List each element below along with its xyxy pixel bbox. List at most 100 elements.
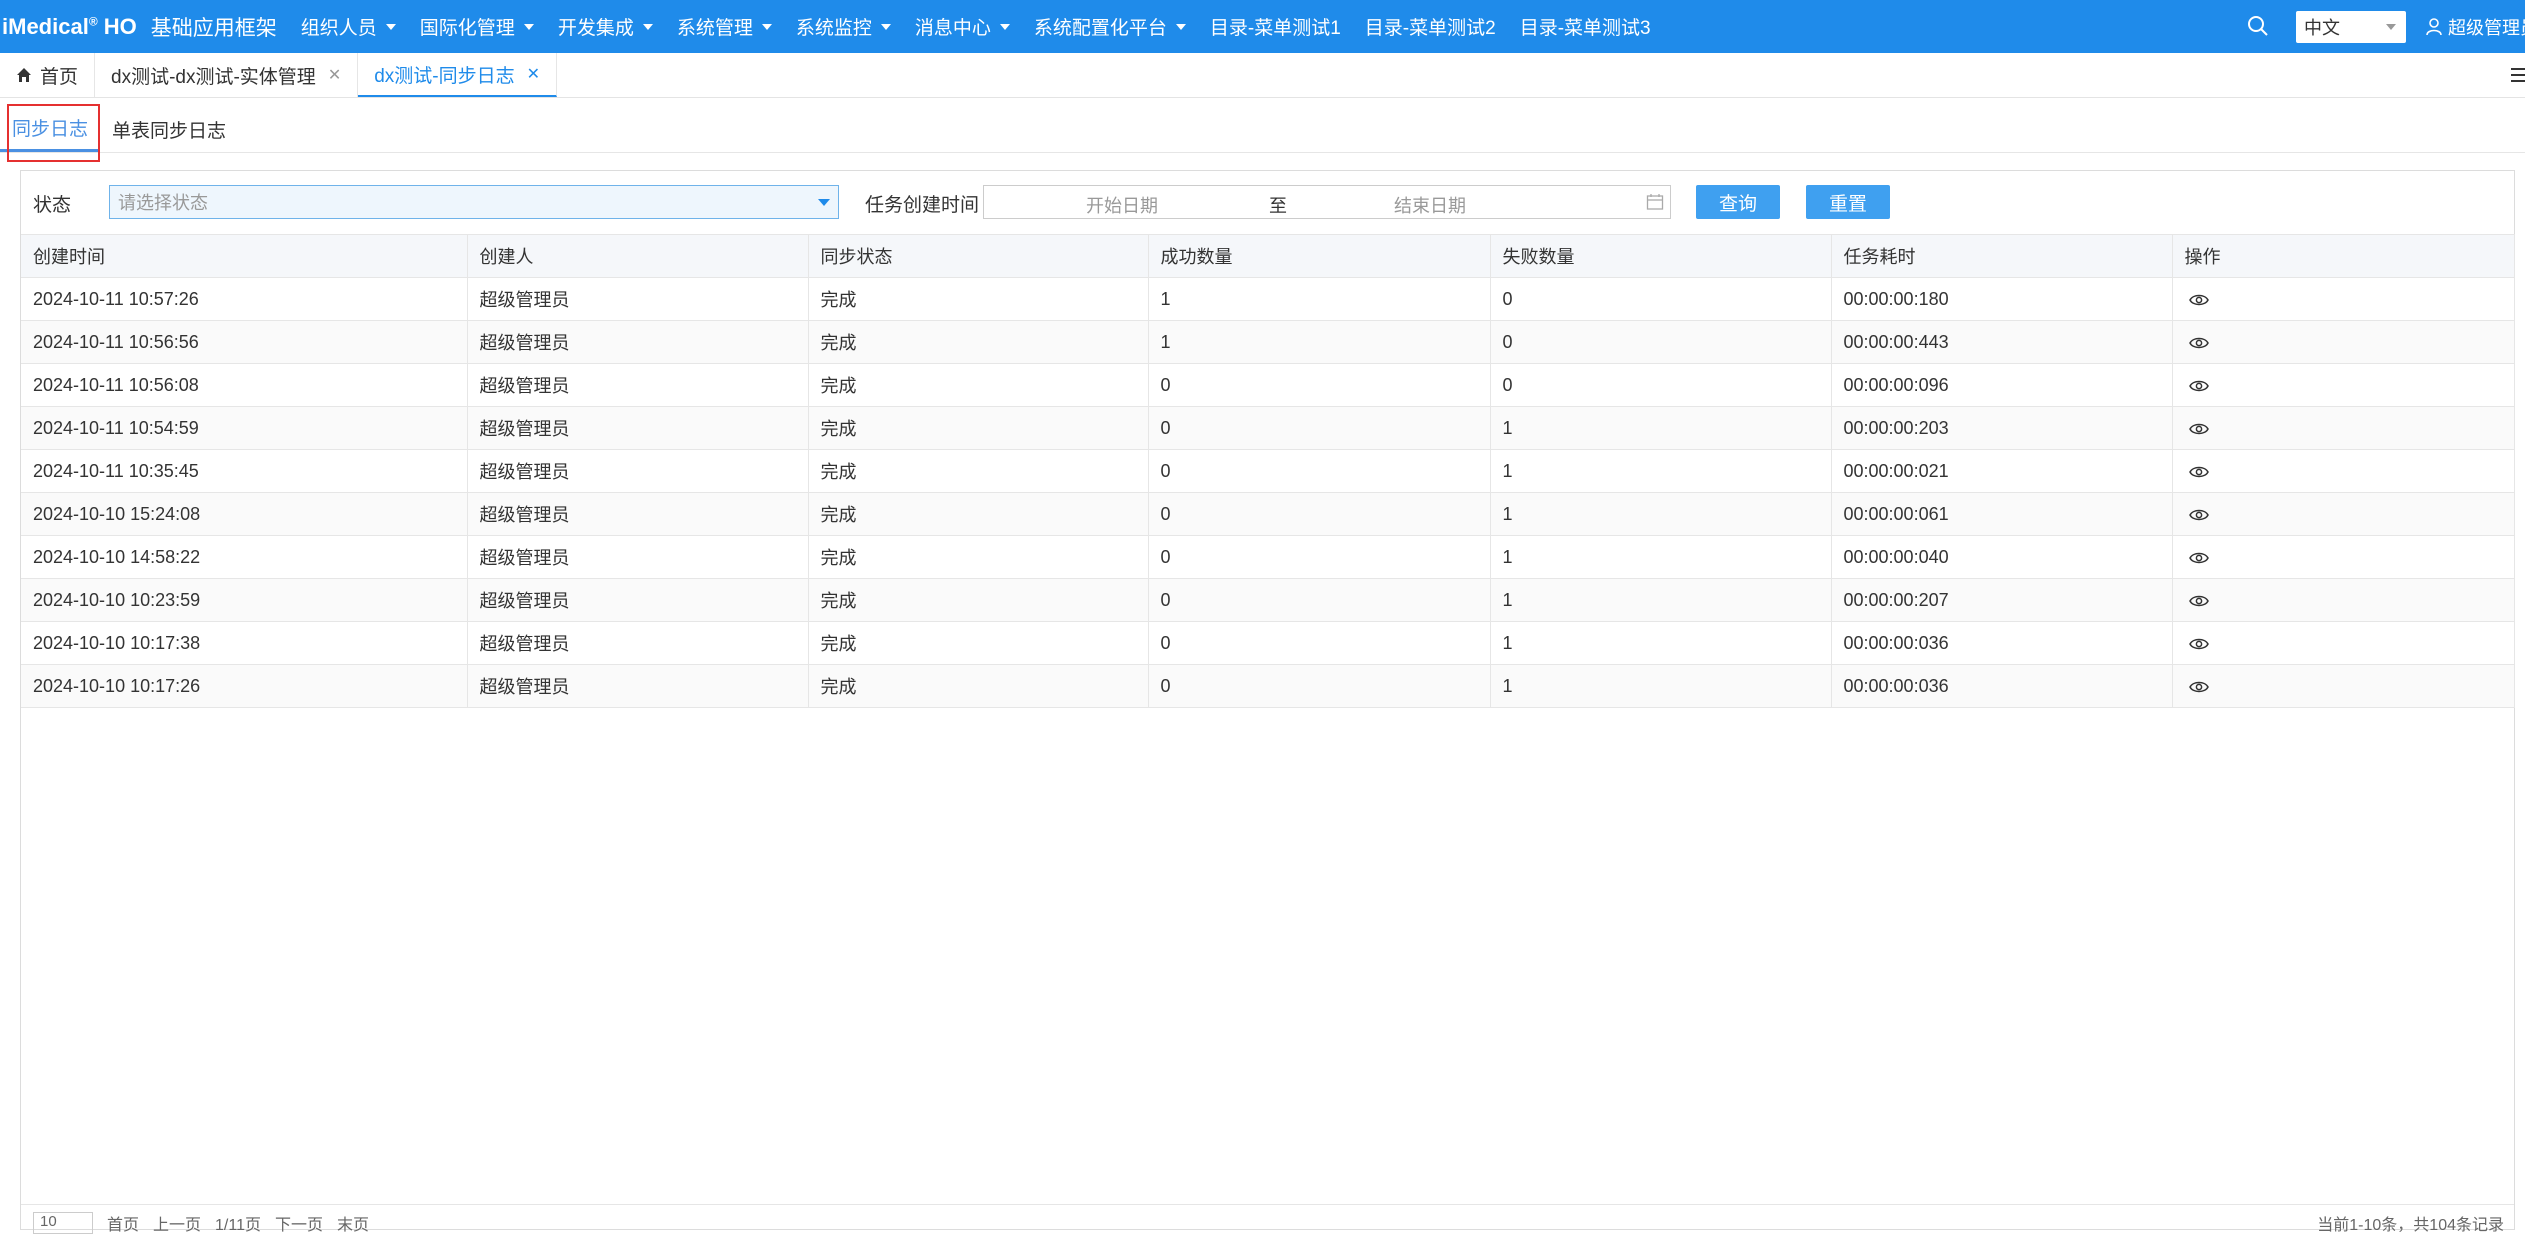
action-cell: [2172, 492, 2515, 536]
language-select[interactable]: 中文: [2296, 11, 2406, 43]
end-date-input[interactable]: 结束日期: [1394, 192, 1466, 218]
menu-item-label: 系统配置化平台: [1033, 18, 1167, 39]
eye-icon[interactable]: [2188, 376, 2209, 396]
eye-icon[interactable]: [2188, 462, 2209, 482]
menu-item[interactable]: 消息中心: [915, 13, 1010, 40]
table-row: 2024-10-11 10:57:26 超级管理员 完成 1 0 00:00:00:180: [21, 277, 2515, 321]
table-cell: 1: [1490, 535, 1832, 579]
table-cell: 1: [1490, 664, 1832, 708]
chevron-down-icon: [761, 23, 772, 30]
menu-item-label: 开发集成: [557, 18, 634, 39]
eye-icon[interactable]: [2188, 290, 2209, 310]
reset-button[interactable]: 重置: [1806, 185, 1890, 219]
table-cell: 超级管理员: [467, 621, 809, 665]
menu-item-label: 消息中心: [914, 18, 991, 39]
table-cell: 00:00:00:036: [1831, 664, 2173, 708]
last-page-button[interactable]: 末页: [337, 1211, 369, 1235]
action-cell: [2172, 363, 2515, 407]
table-row: 2024-10-10 14:58:22 超级管理员 完成 0 1 00:00:00:040: [21, 535, 2515, 579]
app-logo[interactable]: iMedical® HO: [2, 14, 137, 40]
table-cell: 0: [1148, 535, 1491, 579]
table-row: 2024-10-10 10:23:59 超级管理员 完成 0 1 00:00:00:207: [21, 578, 2515, 622]
query-button[interactable]: 查询: [1696, 185, 1780, 219]
next-page-button[interactable]: 下一页: [275, 1211, 323, 1235]
table-cell: 0: [1148, 363, 1491, 407]
column-header: 任务耗时: [1831, 234, 2173, 278]
table-cell: 1: [1490, 621, 1832, 665]
chevron-down-icon: [818, 199, 830, 206]
table-cell: 0: [1148, 578, 1491, 622]
table-row: 2024-10-11 10:56:56 超级管理员 完成 1 0 00:00:00:443: [21, 320, 2515, 364]
eye-icon[interactable]: [2188, 634, 2209, 654]
menu-item[interactable]: 组织人员: [301, 13, 396, 40]
menu-item[interactable]: 目录-菜单测试1: [1210, 13, 1341, 40]
menu-item[interactable]: 目录-菜单测试2: [1365, 13, 1496, 40]
tab-entity-management[interactable]: dx测试-dx测试-实体管理 ✕: [95, 53, 359, 97]
content-panel: 状态 请选择状态 任务创建时间 开始日期 至 结束日期 查询 重置 创建时间 创建…: [20, 170, 2515, 1234]
user-menu[interactable]: 超级管理员: [2424, 0, 2525, 53]
table-cell: 2024-10-10 14:58:22: [21, 535, 468, 579]
menu-item[interactable]: 目录-菜单测试3: [1520, 13, 1651, 40]
table-cell: 0: [1148, 621, 1491, 665]
subtab-sync-log[interactable]: 同步日志: [0, 106, 101, 152]
table-cell: 完成: [808, 492, 1149, 536]
logo-mark: ®: [88, 14, 98, 29]
eye-icon[interactable]: [2188, 419, 2209, 439]
eye-icon[interactable]: [2188, 333, 2209, 353]
table-cell: 2024-10-10 15:24:08: [21, 492, 468, 536]
table-cell: 完成: [808, 535, 1149, 579]
prev-page-button[interactable]: 上一页: [153, 1211, 201, 1235]
table-cell: 1: [1148, 320, 1491, 364]
subtab-single-table-sync-log[interactable]: 单表同步日志: [100, 106, 238, 152]
first-page-button[interactable]: 首页: [107, 1211, 139, 1235]
table-cell: 2024-10-11 10:57:26: [21, 277, 468, 321]
menu-item[interactable]: 国际化管理: [420, 13, 534, 40]
table-cell: 超级管理员: [467, 492, 809, 536]
table-cell: 2024-10-10 10:17:38: [21, 621, 468, 665]
table-cell: 完成: [808, 363, 1149, 407]
chevron-down-icon: [2386, 24, 2396, 30]
chevron-down-icon: [880, 23, 891, 30]
close-icon[interactable]: ✕: [527, 64, 540, 84]
table-row: 2024-10-11 10:35:45 超级管理员 完成 0 1 00:00:00:021: [21, 449, 2515, 493]
eye-icon[interactable]: [2188, 505, 2209, 525]
menu-item[interactable]: 系统监控: [796, 13, 891, 40]
table-cell: 0: [1490, 363, 1832, 407]
tab-label: dx测试-dx测试-实体管理: [111, 66, 316, 88]
sync-log-table: 创建时间 创建人 同步状态 成功数量 失败数量 任务耗时 操作 2024-10-11 10:…: [21, 234, 2515, 708]
table-cell: 1: [1490, 492, 1832, 536]
table-cell: 完成: [808, 406, 1149, 450]
table-cell: 超级管理员: [467, 664, 809, 708]
menu-item[interactable]: 系统管理: [677, 13, 772, 40]
tabs-menu-icon[interactable]: [2511, 65, 2525, 85]
search-icon[interactable]: [2246, 14, 2270, 38]
table-cell: 超级管理员: [467, 535, 809, 579]
page-size-select[interactable]: 10: [33, 1212, 93, 1234]
close-icon[interactable]: ✕: [328, 65, 341, 85]
tab-sync-log[interactable]: dx测试-同步日志 ✕: [358, 53, 558, 97]
calendar-icon[interactable]: [1646, 193, 1664, 211]
table-cell: 0: [1148, 664, 1491, 708]
status-select[interactable]: 请选择状态: [109, 185, 839, 219]
eye-icon[interactable]: [2188, 591, 2209, 611]
menu-item[interactable]: 系统配置化平台: [1034, 13, 1186, 40]
date-range-picker[interactable]: 开始日期 至 结束日期: [983, 185, 1671, 219]
table-row: 2024-10-11 10:56:08 超级管理员 完成 0 0 00:00:00:096: [21, 363, 2515, 407]
tab-home[interactable]: 首页: [0, 53, 96, 97]
table-cell: 00:00:00:061: [1831, 492, 2173, 536]
table-cell: 完成: [808, 621, 1149, 665]
start-date-input[interactable]: 开始日期: [1086, 192, 1158, 218]
action-cell: [2172, 320, 2515, 364]
top-header: iMedical® HO 基础应用框架 组织人员 国际化管理 开发集成 系统管理 系统监…: [0, 0, 2525, 53]
eye-icon[interactable]: [2188, 548, 2209, 568]
table-cell: 超级管理员: [467, 406, 809, 450]
menu-item[interactable]: 开发集成: [558, 13, 653, 40]
table-cell: 完成: [808, 664, 1149, 708]
eye-icon[interactable]: [2188, 677, 2209, 697]
sub-tabs: 同步日志 单表同步日志: [0, 106, 2525, 153]
table-cell: 2024-10-11 10:54:59: [21, 406, 468, 450]
table-body: 2024-10-11 10:57:26 超级管理员 完成 1 0 00:00:00:180…: [21, 277, 2515, 708]
home-icon: [17, 68, 31, 82]
table-cell: 2024-10-10 10:17:26: [21, 664, 468, 708]
table-cell: 完成: [808, 449, 1149, 493]
